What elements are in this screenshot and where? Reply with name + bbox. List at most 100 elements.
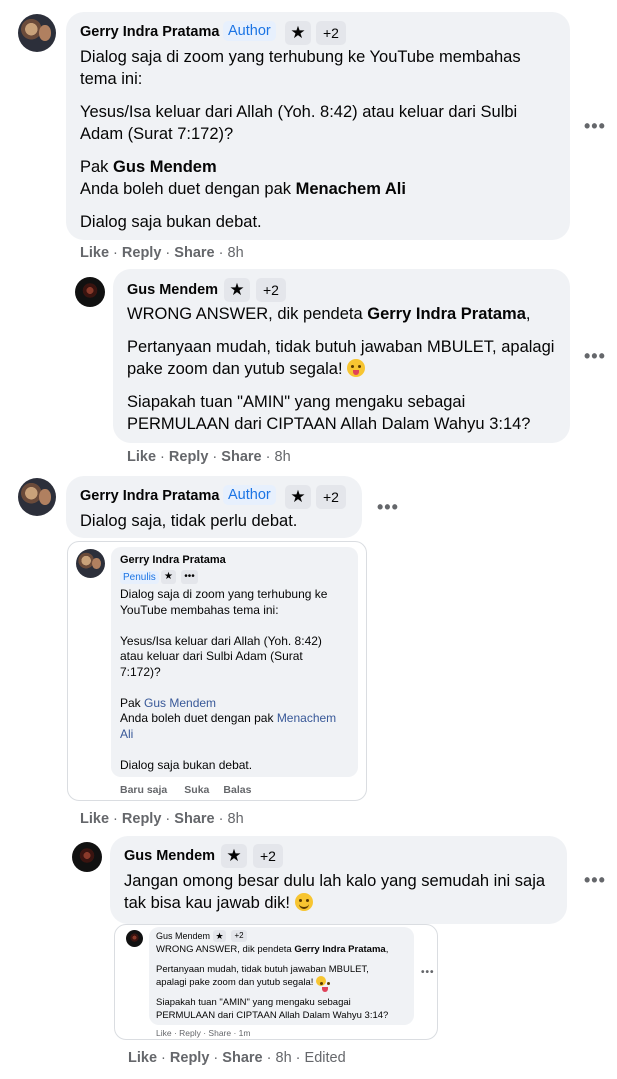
comment-text: Dialog saja di zoom yang terhubung ke Yo… bbox=[80, 48, 521, 88]
text-span: WRONG ANSWER, dik pendeta bbox=[156, 944, 295, 955]
text-span: Pak bbox=[120, 695, 145, 710]
mention-link[interactable]: Gus Mendem bbox=[113, 158, 217, 176]
like-button[interactable]: Like bbox=[80, 811, 109, 827]
comment-text: Siapakah tuan "AMIN" yang mengaku sebaga… bbox=[127, 393, 531, 433]
commenter-name[interactable]: Gerry Indra Pratama bbox=[80, 488, 219, 504]
comment-text: WRONG ANSWER, dik pendeta Gerry Indra Pr… bbox=[127, 303, 567, 325]
like-button[interactable]: Like bbox=[128, 1050, 157, 1066]
commenter-name: Gerry Indra Pratama bbox=[120, 554, 226, 566]
commenter-name[interactable]: Gerry Indra Pratama bbox=[80, 24, 219, 40]
text-span: apalagi pake zoom dan yutub segala! bbox=[156, 977, 317, 988]
text-line: YouTube membahas tema ini: bbox=[120, 602, 279, 617]
avatar bbox=[76, 549, 105, 578]
more-options-icon[interactable]: ••• bbox=[584, 870, 606, 891]
like-button[interactable]: Like bbox=[80, 245, 109, 261]
text-line: Dialog saja bukan debat. bbox=[120, 757, 253, 772]
comment-text: Yesus/Isa keluar dari Allah (Yoh. 8:42) … bbox=[80, 103, 518, 143]
reply-button[interactable]: Reply bbox=[169, 449, 209, 465]
sep: · bbox=[161, 811, 175, 827]
timestamp: Baru saja bbox=[120, 784, 168, 796]
sep: · bbox=[209, 1050, 223, 1066]
comment-actions: Like · Reply · Share · 8h bbox=[80, 245, 244, 261]
timestamp[interactable]: 8h bbox=[276, 1050, 292, 1066]
text-span: Pertanyaan mudah, tidak butuh jawaban MB… bbox=[127, 338, 555, 378]
text-line: atau keluar dari Sulbi Adam (Surat bbox=[120, 649, 303, 663]
timestamp[interactable]: 8h bbox=[275, 449, 291, 465]
author-badge: Penulis bbox=[120, 571, 159, 584]
comment-actions: Like · Reply · Share · 1m bbox=[156, 1028, 251, 1038]
mention-link[interactable]: Menachem Ali bbox=[296, 180, 406, 198]
sep: · bbox=[109, 811, 122, 827]
sep: · bbox=[262, 1050, 276, 1066]
avatar[interactable] bbox=[75, 277, 105, 307]
more-options-icon: ••• bbox=[181, 570, 198, 584]
timestamp[interactable]: 8h bbox=[228, 811, 244, 827]
avatar[interactable] bbox=[18, 14, 56, 52]
tongue-emoji-icon bbox=[316, 976, 329, 992]
commenter-name: Gus Mendem bbox=[156, 931, 211, 941]
mention-link: Gus Mendem bbox=[144, 695, 217, 710]
sep: · bbox=[161, 245, 175, 261]
tongue-emoji-icon bbox=[347, 359, 366, 377]
reply-button[interactable]: Reply bbox=[122, 245, 162, 261]
reply-button[interactable]: Reply bbox=[170, 1050, 210, 1066]
commenter-name[interactable]: Gus Mendem bbox=[124, 848, 215, 864]
author-badge: Author bbox=[223, 485, 276, 505]
comment-text: Anda boleh duet dengan pak Menachem Ali bbox=[80, 178, 560, 200]
sep: · bbox=[214, 811, 228, 827]
comment-actions: Like · Reply · Share · 8h · Edited bbox=[128, 1050, 346, 1066]
comment-text: Dialog saja, tidak perlu debat. bbox=[80, 512, 298, 530]
like-button: Suka bbox=[184, 784, 210, 796]
badge-count: +2 bbox=[253, 844, 283, 868]
comment-actions: Like · Reply · Share · 8h bbox=[80, 811, 244, 827]
sep: · bbox=[109, 245, 122, 261]
comment-text: Dialog saja di zoom yang terhubung ke Yo… bbox=[120, 587, 355, 773]
more-options-icon[interactable]: ••• bbox=[584, 346, 606, 367]
comment-text: WRONG ANSWER, dik pendeta Gerry Indra Pr… bbox=[156, 943, 411, 1022]
avatar bbox=[126, 930, 143, 947]
badge-count: +2 bbox=[316, 485, 346, 509]
reply-button: Balas bbox=[223, 784, 252, 796]
sep: · bbox=[157, 1050, 170, 1066]
comment-text: Dialog saja bukan debat. bbox=[80, 213, 262, 231]
comment-actions: Baru saja Suka Balas bbox=[120, 784, 251, 796]
edited-label: Edited bbox=[304, 1050, 346, 1066]
share-button[interactable]: Share bbox=[174, 245, 214, 261]
timestamp[interactable]: 8h bbox=[228, 245, 244, 261]
text-line: Yesus/Isa keluar dari Allah (Yoh. 8:42) bbox=[120, 633, 322, 648]
mention-link: Gerry Indra Pratama bbox=[294, 944, 386, 955]
sep: · bbox=[156, 449, 169, 465]
mention-link: Menachem bbox=[276, 711, 337, 725]
text-span: , bbox=[525, 305, 531, 323]
text-span: Pak bbox=[80, 158, 114, 176]
badge-count: +2 bbox=[316, 21, 346, 45]
star-icon: ★ bbox=[224, 278, 250, 302]
text-span: , bbox=[385, 944, 389, 955]
star-icon: ★ bbox=[161, 570, 176, 584]
star-icon: ★ bbox=[285, 485, 311, 509]
share-button[interactable]: Share bbox=[174, 811, 214, 827]
avatar[interactable] bbox=[18, 478, 56, 516]
text-span: Anda boleh duet dengan pak bbox=[120, 711, 277, 725]
more-options-icon: ••• bbox=[421, 967, 435, 978]
more-options-icon[interactable]: ••• bbox=[584, 116, 606, 137]
star-icon: ★ bbox=[221, 844, 247, 868]
share-button[interactable]: Share bbox=[221, 449, 261, 465]
share-button[interactable]: Share bbox=[222, 1050, 262, 1066]
avatar[interactable] bbox=[72, 842, 102, 872]
text-line: Dialog saja di zoom yang terhubung ke bbox=[120, 587, 328, 601]
sep: · bbox=[214, 245, 228, 261]
author-badge: Author bbox=[223, 21, 276, 41]
smile-emoji-icon bbox=[294, 893, 313, 911]
text-line: 7:172)? bbox=[120, 664, 161, 679]
mention-link[interactable]: Gerry Indra Pratama bbox=[367, 305, 526, 323]
comment-text: Jangan omong besar dulu lah kalo yang se… bbox=[124, 870, 554, 914]
text-line: PERMULAAN dari CIPTAAN Allah Dalam Wahyu… bbox=[156, 1010, 389, 1021]
commenter-name[interactable]: Gus Mendem bbox=[127, 282, 218, 298]
badge-count: +2 bbox=[231, 930, 247, 942]
more-options-icon[interactable]: ••• bbox=[377, 497, 399, 518]
like-button[interactable]: Like bbox=[127, 449, 156, 465]
comment-text: Pertanyaan mudah, tidak butuh jawaban MB… bbox=[127, 336, 557, 380]
mention-link: Ali bbox=[120, 726, 134, 741]
reply-button[interactable]: Reply bbox=[122, 811, 162, 827]
